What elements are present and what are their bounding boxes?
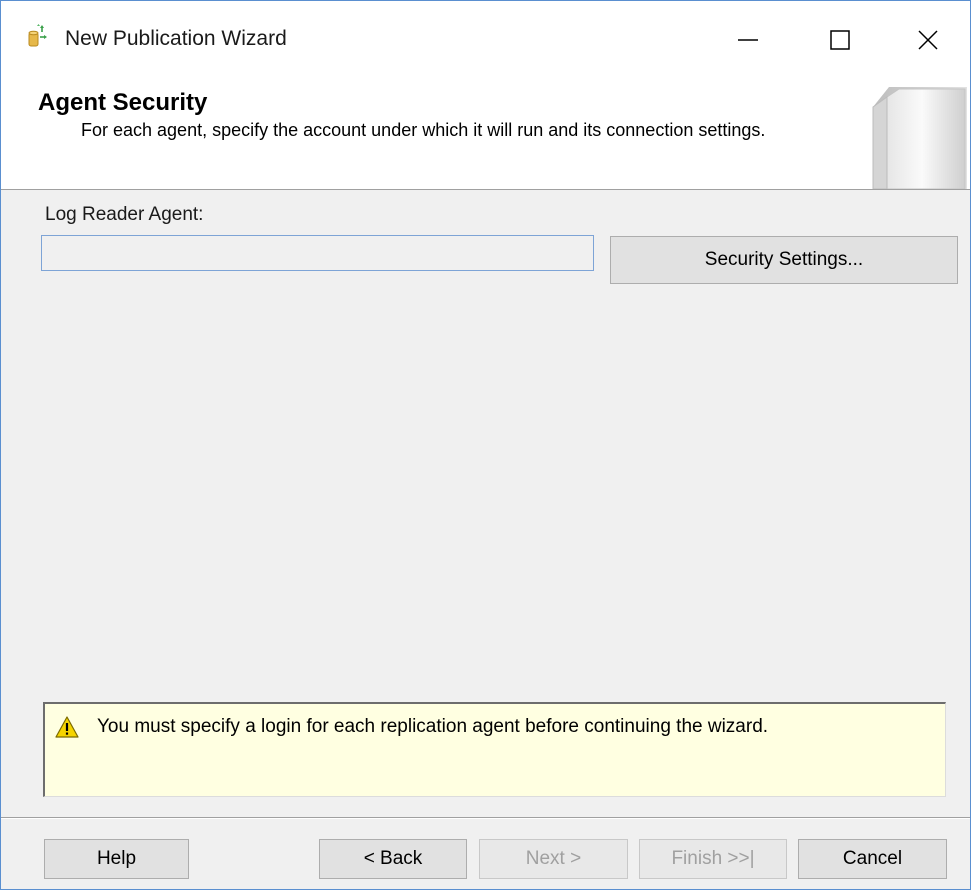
back-button[interactable]: < Back	[319, 839, 467, 879]
minimize-button[interactable]	[702, 1, 794, 79]
window-title: New Publication Wizard	[65, 27, 287, 50]
cancel-button[interactable]: Cancel	[798, 839, 947, 879]
security-settings-button[interactable]: Security Settings...	[610, 236, 958, 284]
log-reader-agent-label: Log Reader Agent:	[45, 204, 204, 225]
page-title: Agent Security	[38, 89, 208, 116]
minimize-icon	[738, 39, 758, 41]
wizard-window: New Publication Wizard Agent Security Fo…	[0, 0, 971, 890]
message-box: You must specify a login for each replic…	[43, 702, 946, 797]
close-button[interactable]	[886, 1, 970, 79]
warning-message: You must specify a login for each replic…	[97, 716, 769, 737]
finish-button[interactable]: Finish >>|	[639, 839, 787, 879]
next-button[interactable]: Next >	[479, 839, 628, 879]
title-bar[interactable]: New Publication Wizard	[1, 1, 970, 79]
help-button[interactable]: Help	[44, 839, 189, 879]
close-icon	[918, 30, 938, 50]
maximize-icon	[830, 30, 850, 50]
wizard-book-graphic	[872, 87, 967, 189]
wizard-header: Agent Security For each agent, specify t…	[1, 79, 970, 190]
page-description: For each agent, specify the account unde…	[81, 120, 766, 140]
log-reader-agent-field[interactable]	[41, 235, 594, 271]
maximize-button[interactable]	[794, 1, 886, 79]
footer-divider	[1, 817, 970, 819]
publication-wizard-icon	[27, 23, 51, 49]
warning-icon	[55, 716, 79, 738]
